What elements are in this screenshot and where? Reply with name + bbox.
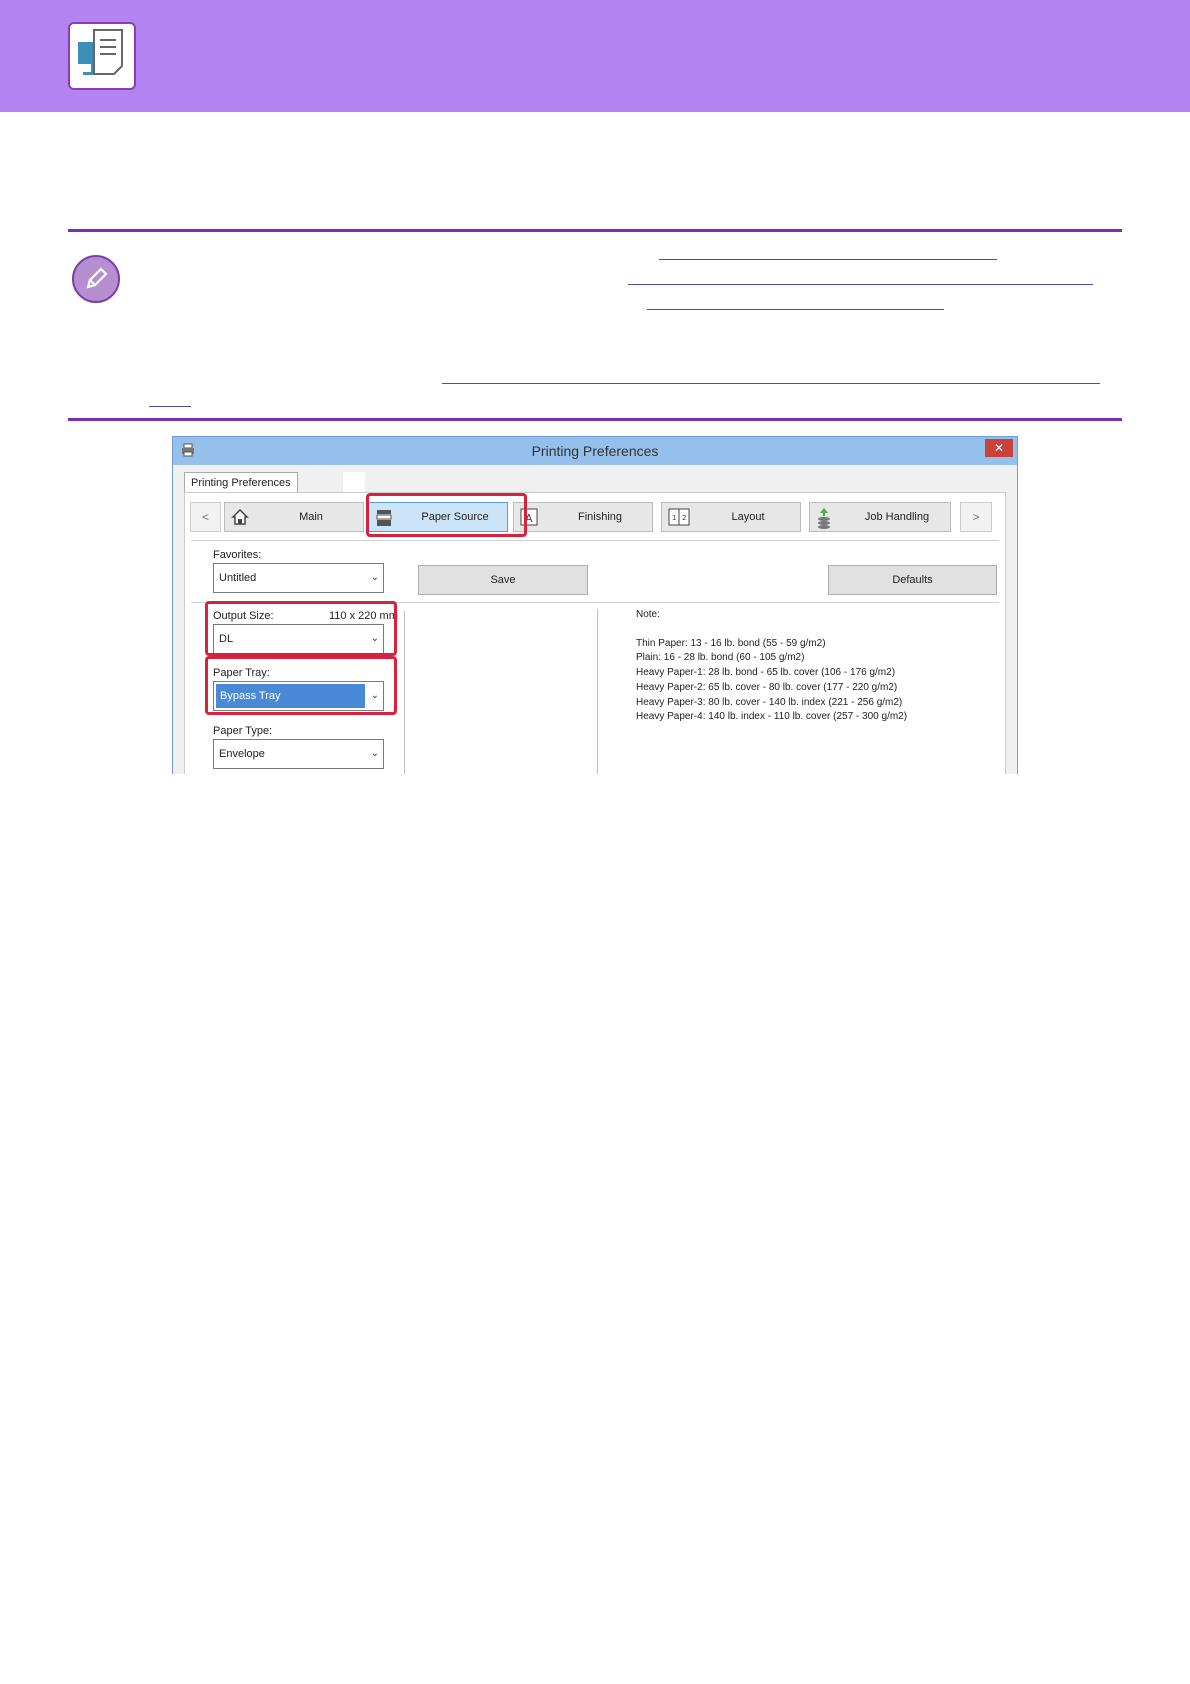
note-line: Heavy Paper-2: 65 lb. cover - 80 lb. cov… bbox=[636, 682, 898, 693]
paper-type-label: Paper Type: bbox=[213, 725, 273, 737]
home-icon bbox=[231, 508, 249, 529]
note-line: Heavy Paper-3: 80 lb. cover - 140 lb. in… bbox=[636, 697, 903, 708]
column-divider bbox=[597, 609, 598, 774]
tab-label: Job Handling bbox=[864, 511, 930, 523]
printing-preferences-dialog: Printing Preferences ✕ Printing Preferen… bbox=[172, 436, 1018, 774]
dialog-title: Printing Preferences bbox=[531, 443, 659, 459]
preferences-panel: < Main Paper Source A Finishing 1 2 Layo… bbox=[184, 492, 1006, 774]
save-button[interactable]: Save bbox=[418, 565, 588, 595]
chevron-down-icon: ⌄ bbox=[370, 690, 379, 701]
svg-text:A: A bbox=[525, 512, 533, 525]
output-size-select[interactable]: DL ⌄ bbox=[213, 624, 384, 654]
tab-label: Finishing bbox=[577, 511, 623, 523]
output-size-dimensions: 110 x 220 mm bbox=[329, 610, 398, 622]
defaults-button[interactable]: Defaults bbox=[828, 565, 997, 595]
favorites-label: Favorites: bbox=[213, 549, 262, 561]
paper-tray-icon bbox=[375, 508, 393, 531]
tab-paper-source[interactable]: Paper Source bbox=[368, 502, 508, 532]
output-size-label: Output Size: bbox=[213, 610, 274, 622]
link-underline[interactable] bbox=[659, 259, 997, 260]
paper-type-value: Envelope bbox=[219, 748, 265, 760]
favorites-value: Untitled bbox=[219, 572, 257, 584]
top-rule bbox=[68, 229, 1122, 232]
favorites-separator bbox=[191, 602, 999, 603]
tab-label: Main bbox=[299, 511, 323, 523]
header-band bbox=[0, 0, 1190, 112]
note-line: Heavy Paper-1: 28 lb. bond - 65 lb. cove… bbox=[636, 667, 896, 678]
column-divider bbox=[404, 611, 405, 774]
title-bar: Printing Preferences ✕ bbox=[173, 437, 1017, 465]
link-underline[interactable] bbox=[628, 284, 1093, 285]
link-underline[interactable] bbox=[149, 406, 191, 407]
chevron-down-icon: ⌄ bbox=[370, 572, 379, 583]
note-line: Heavy Paper-4: 140 lb. index - 110 lb. c… bbox=[636, 711, 908, 722]
note-label: Note: bbox=[636, 609, 660, 620]
tab-finishing[interactable]: A Finishing bbox=[513, 502, 653, 532]
chevron-down-icon: ⌄ bbox=[370, 633, 379, 644]
pencil-icon bbox=[72, 255, 120, 303]
layout-icon: 1 2 bbox=[668, 508, 690, 529]
paper-type-select[interactable]: Envelope ⌄ bbox=[213, 739, 384, 769]
paper-tray-label: Paper Tray: bbox=[213, 667, 270, 679]
tab-label: Paper Source bbox=[421, 511, 489, 523]
tab-label: Layout bbox=[731, 511, 765, 523]
job-handling-icon bbox=[816, 508, 832, 533]
chevron-down-icon: ⌄ bbox=[370, 748, 379, 759]
favorites-select[interactable]: Untitled ⌄ bbox=[213, 563, 384, 593]
paper-tray-select[interactable]: Bypass Tray ⌄ bbox=[213, 681, 384, 711]
nav-separator bbox=[191, 540, 999, 541]
tab-layout[interactable]: 1 2 Layout bbox=[661, 502, 801, 532]
note-line: Thin Paper: 13 - 16 lb. bond (55 - 59 g/… bbox=[636, 638, 826, 649]
output-size-value: DL bbox=[219, 633, 234, 645]
link-underline[interactable] bbox=[647, 309, 944, 310]
printer-driver-icon bbox=[68, 22, 136, 90]
close-button[interactable]: ✕ bbox=[985, 439, 1013, 457]
next-tab-button[interactable]: > bbox=[960, 502, 992, 532]
svg-text:1: 1 bbox=[672, 514, 676, 522]
tab-placeholder bbox=[343, 472, 365, 492]
bottom-rule bbox=[68, 418, 1122, 421]
paper-tray-value: Bypass Tray bbox=[220, 690, 281, 702]
svg-text:2: 2 bbox=[682, 514, 686, 522]
tab-main[interactable]: Main bbox=[224, 502, 364, 532]
note-line: Plain: 16 - 28 lb. bond (60 - 105 g/m2) bbox=[636, 652, 805, 663]
tab-job-handling[interactable]: Job Handling bbox=[809, 502, 951, 532]
prev-tab-button[interactable]: < bbox=[190, 502, 221, 532]
finishing-icon: A bbox=[520, 508, 538, 529]
link-underline[interactable] bbox=[442, 383, 1100, 384]
